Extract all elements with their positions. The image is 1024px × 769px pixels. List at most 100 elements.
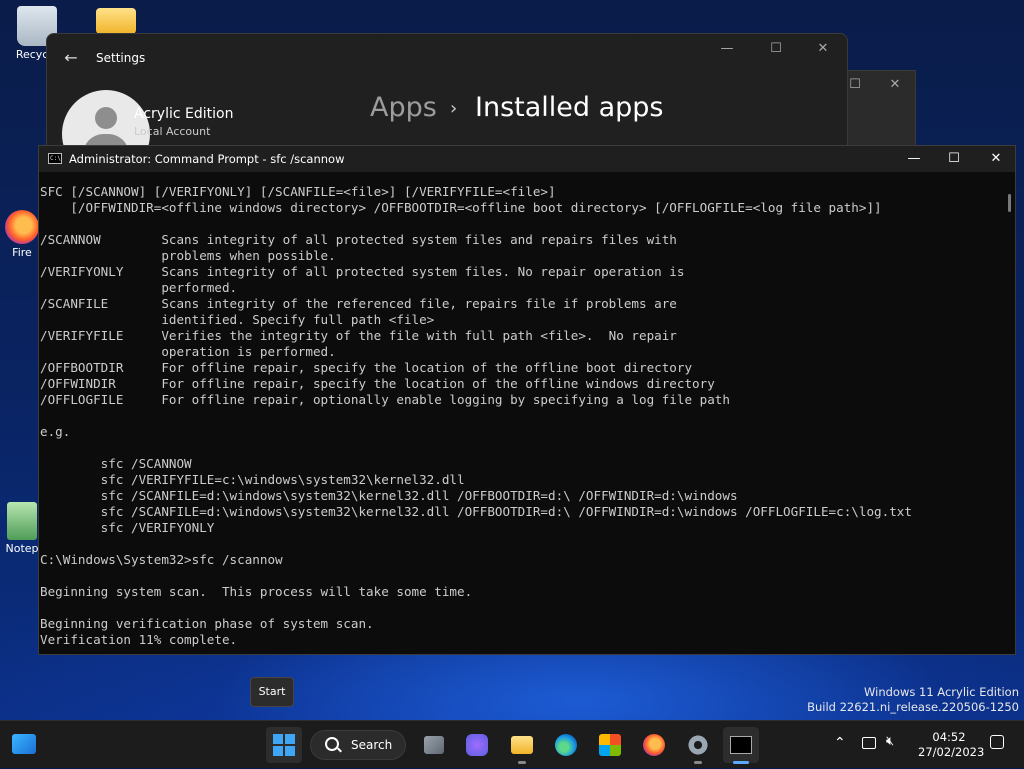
settings-app-title: Settings bbox=[96, 51, 146, 65]
desktop-icon-label: Fire bbox=[12, 246, 32, 259]
console-line: C:\Windows\System32>sfc /scannow bbox=[40, 552, 283, 567]
edition-text: Windows 11 Acrylic Edition bbox=[864, 685, 1019, 699]
edge-button[interactable] bbox=[548, 727, 584, 763]
start-tooltip: Start bbox=[250, 677, 294, 707]
desktop-icon-label: Notep bbox=[5, 542, 39, 555]
settings-button[interactable] bbox=[680, 727, 716, 764]
console-line: Beginning verification phase of system s… bbox=[40, 616, 374, 631]
running-indicator bbox=[694, 761, 702, 764]
command-prompt-icon bbox=[730, 736, 752, 754]
close-button[interactable]: ✕ bbox=[976, 148, 1016, 170]
widgets-icon bbox=[12, 734, 36, 754]
close-icon[interactable]: ✕ bbox=[881, 75, 909, 95]
task-view-button[interactable] bbox=[416, 727, 452, 763]
console-line: sfc /SCANNOW bbox=[40, 456, 192, 471]
chat-icon bbox=[466, 734, 488, 756]
build-text: Build 22621.ni_release.220506-1250 bbox=[807, 700, 1019, 714]
console-line: /OFFWINDIR For offline repair, specify t… bbox=[40, 376, 715, 391]
notification-icon[interactable] bbox=[990, 735, 1004, 749]
clock-time: 04:52 bbox=[932, 730, 966, 744]
taskbar: Search ⌃ 🔇︎ 04:52 27/02/2023 bbox=[0, 720, 1024, 768]
console-line: operation is performed. bbox=[40, 344, 336, 359]
start-button[interactable] bbox=[266, 727, 302, 763]
search-label: Search bbox=[351, 738, 393, 752]
minimize-icon[interactable]: — bbox=[713, 39, 741, 59]
console-line: sfc /VERIFYFILE=c:\windows\system32\kern… bbox=[40, 472, 465, 487]
console-line: Verification 11% complete. bbox=[40, 632, 238, 647]
user-avatar-icon bbox=[95, 107, 117, 129]
console-line: sfc /VERIFYONLY bbox=[40, 520, 215, 535]
console-line: /VERIFYONLY Scans integrity of all prote… bbox=[40, 264, 685, 279]
console-line: SFC [/SCANNOW] [/VERIFYONLY] [/SCANFILE=… bbox=[40, 184, 556, 199]
back-arrow-icon[interactable]: ← bbox=[61, 48, 81, 68]
console-line: /SCANFILE Scans integrity of the referen… bbox=[40, 296, 677, 311]
minimize-button[interactable]: — bbox=[894, 148, 934, 170]
windows-logo-pane bbox=[273, 746, 283, 756]
search-icon bbox=[325, 737, 339, 751]
edge-icon bbox=[555, 734, 577, 756]
window-title: Administrator: Command Prompt - sfc /sca… bbox=[69, 152, 345, 166]
command-prompt-icon: C:\ bbox=[48, 153, 62, 164]
user-name: Acrylic Edition bbox=[134, 106, 234, 122]
page-title: Installed apps bbox=[475, 92, 664, 123]
chat-button[interactable] bbox=[459, 727, 495, 763]
firefox-icon bbox=[5, 210, 39, 244]
clock-date: 27/02/2023 bbox=[918, 745, 985, 759]
notepad-icon bbox=[7, 502, 37, 540]
windows-logo-pane bbox=[285, 734, 295, 744]
console-output[interactable]: SFC [/SCANNOW] [/VERIFYONLY] [/SCANFILE=… bbox=[39, 184, 1004, 654]
console-line: /VERIFYFILE Verifies the integrity of th… bbox=[40, 328, 677, 343]
volume-muted-icon[interactable]: 🔇︎ bbox=[886, 734, 894, 749]
console-line: performed. bbox=[40, 280, 238, 295]
breadcrumb-apps[interactable]: Apps bbox=[370, 92, 437, 123]
store-icon bbox=[599, 734, 621, 756]
console-line: /OFFBOOTDIR For offline repair, specify … bbox=[40, 360, 693, 375]
running-indicator bbox=[733, 761, 749, 764]
gear-icon bbox=[687, 734, 709, 756]
console-line: sfc /SCANFILE=d:\windows\system32\kernel… bbox=[40, 488, 738, 503]
console-line: [/OFFWINDIR=<offline windows directory> … bbox=[40, 200, 882, 215]
windows-logo-icon bbox=[273, 734, 283, 744]
folder-icon bbox=[96, 8, 136, 34]
chevron-up-icon[interactable]: ⌃ bbox=[834, 735, 846, 751]
command-prompt-window[interactable]: C:\ Administrator: Command Prompt - sfc … bbox=[38, 145, 1016, 655]
console-line: /OFFLOGFILE For offline repair, optional… bbox=[40, 392, 730, 407]
network-icon[interactable] bbox=[862, 737, 876, 749]
breadcrumb-separator: › bbox=[450, 98, 458, 119]
desktop-icon-folder[interactable] bbox=[84, 8, 148, 36]
scrollbar-thumb[interactable] bbox=[1008, 194, 1011, 212]
edition-watermark: Windows 11 Acrylic Edition Build 22621.n… bbox=[807, 685, 1019, 715]
firefox-button[interactable] bbox=[636, 727, 672, 763]
folder-icon bbox=[511, 736, 533, 754]
running-indicator bbox=[518, 761, 526, 764]
title-bar[interactable]: C:\ Administrator: Command Prompt - sfc … bbox=[39, 146, 1015, 172]
system-tray: ⌃ 🔇︎ 04:52 27/02/2023 bbox=[826, 721, 1024, 769]
console-line: /SCANNOW Scans integrity of all protecte… bbox=[40, 232, 677, 247]
file-explorer-button[interactable] bbox=[504, 727, 540, 764]
maximize-icon[interactable]: ☐ bbox=[762, 39, 790, 59]
firefox-icon bbox=[643, 734, 665, 756]
desktop: Recycle Fire Notep ☐ ✕ ← Settings — ☐ ✕ … bbox=[0, 0, 1024, 720]
command-prompt-button[interactable] bbox=[723, 727, 759, 764]
widgets-button[interactable] bbox=[8, 727, 44, 763]
close-icon[interactable]: ✕ bbox=[809, 39, 837, 59]
account-type: Local Account bbox=[134, 125, 211, 138]
clock[interactable]: 04:52 27/02/2023 bbox=[918, 730, 985, 760]
store-button[interactable] bbox=[592, 727, 628, 763]
maximize-button[interactable]: ☐ bbox=[934, 148, 974, 170]
console-line: e.g. bbox=[40, 424, 71, 439]
windows-logo-pane bbox=[285, 746, 295, 756]
vertical-scrollbar[interactable] bbox=[1005, 176, 1013, 652]
console-line: sfc /SCANFILE=d:\windows\system32\kernel… bbox=[40, 504, 912, 519]
search-button[interactable]: Search bbox=[310, 730, 406, 760]
console-line: Beginning system scan. This process will… bbox=[40, 584, 473, 599]
console-line: problems when possible. bbox=[40, 248, 336, 263]
background-window[interactable]: ☐ ✕ bbox=[840, 70, 916, 152]
task-view-icon bbox=[424, 736, 444, 754]
